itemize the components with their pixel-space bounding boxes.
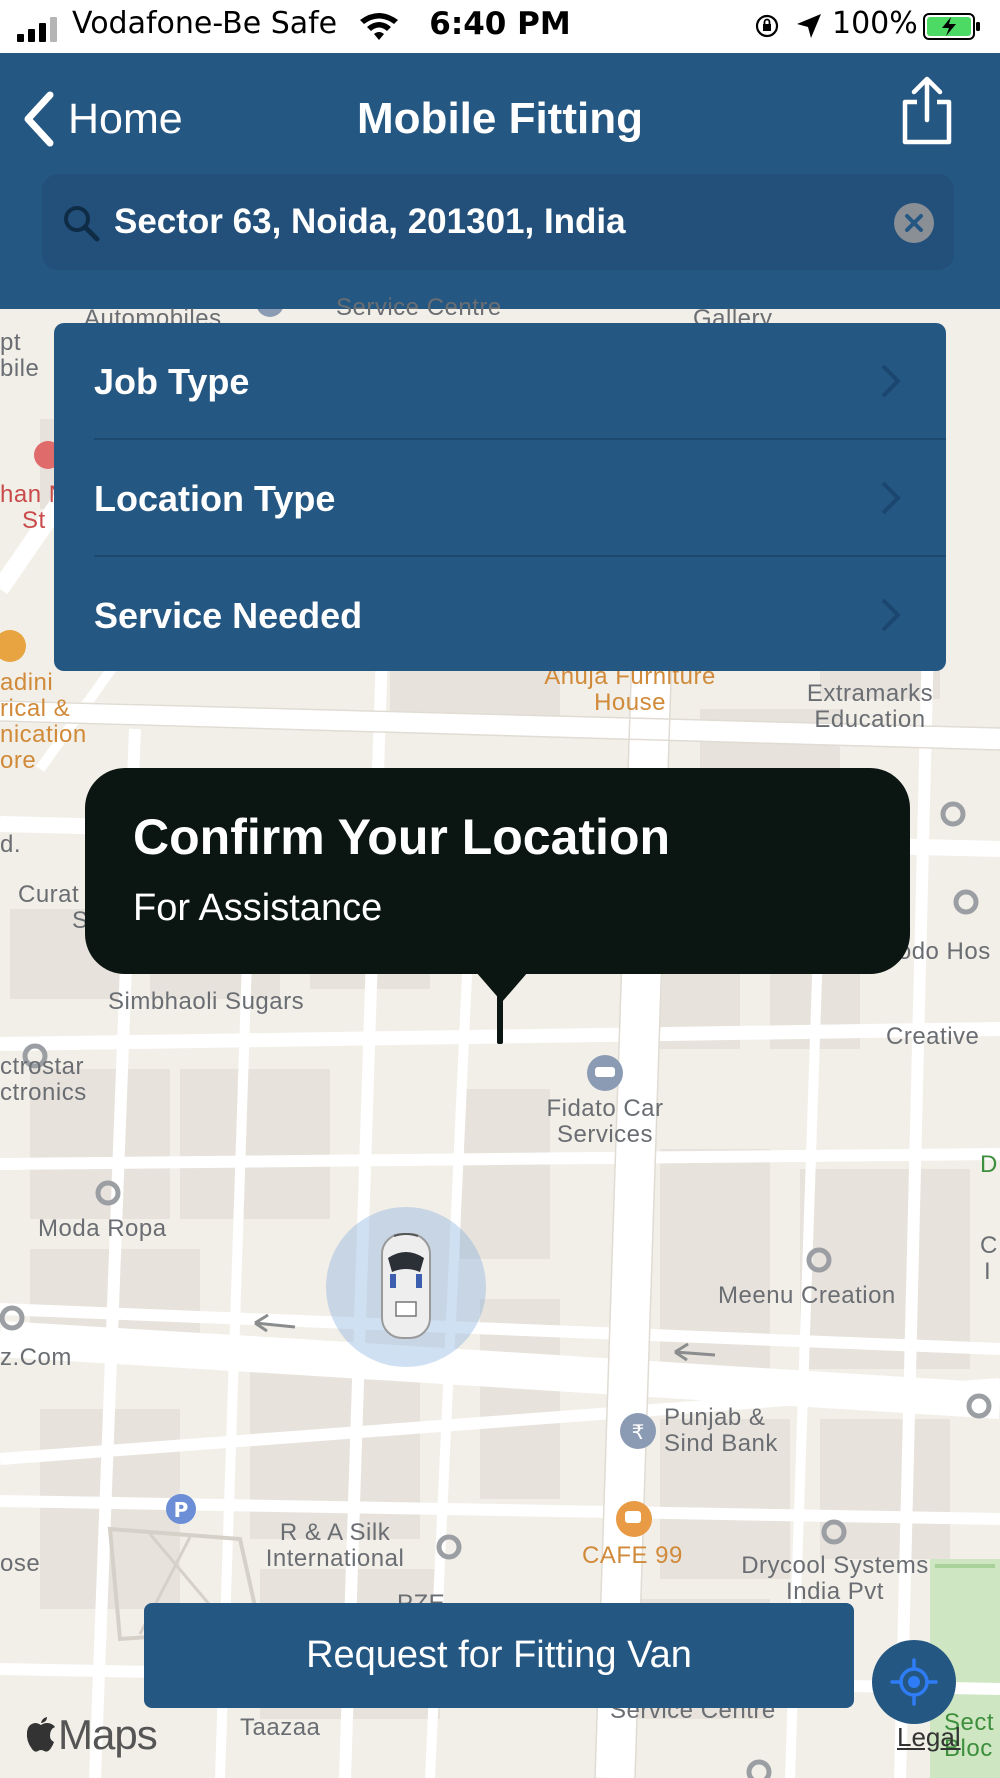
- map-label-pt: pt: [0, 329, 22, 356]
- share-icon[interactable]: [897, 76, 957, 146]
- location-pin-icon: [497, 990, 503, 1044]
- svg-text:₹: ₹: [632, 1420, 645, 1444]
- map-label-nication: nication: [0, 721, 87, 748]
- callout-title: Confirm Your Location: [133, 809, 671, 865]
- map-label-extramarks: Extramarks: [806, 680, 934, 707]
- map-label-i-right: I: [984, 1258, 992, 1285]
- clear-search-icon[interactable]: [894, 203, 934, 243]
- apple-logo-icon: [26, 1717, 55, 1752]
- map-label-d-dot: d.: [0, 831, 22, 858]
- map-label-ose: ose: [0, 1550, 41, 1577]
- page-title: Mobile Fitting: [357, 94, 643, 143]
- location-services-icon: [797, 14, 821, 38]
- map-label-taazaa: Taazaa: [240, 1714, 321, 1741]
- map-label-ctronics: ctronics: [0, 1079, 87, 1106]
- chevron-left-icon: [24, 91, 54, 147]
- request-fitting-van-button[interactable]: Request for Fitting Van: [144, 1603, 854, 1708]
- car-marker-icon: [381, 1233, 431, 1339]
- back-button[interactable]: Home: [20, 89, 183, 149]
- map-label-service-centre-top: Service Centre: [336, 294, 502, 321]
- navigation-header: Home Mobile Fitting Sector 63, Noida, 20…: [0, 53, 1000, 309]
- map-label-cafe-99: CAFE 99: [582, 1542, 683, 1569]
- map-label-education: Education: [814, 706, 926, 733]
- map-label-fidato-services: Services: [556, 1121, 654, 1148]
- map-label-d-green: D: [980, 1151, 998, 1178]
- search-bar[interactable]: Sector 63, Noida, 201301, India: [42, 174, 954, 270]
- map-label-meenu-creation: Meenu Creation: [718, 1282, 896, 1309]
- back-button-label: Home: [68, 94, 183, 143]
- map-label-international: International: [265, 1545, 405, 1572]
- map-label-sind-bank: Sind Bank: [664, 1430, 778, 1457]
- map-label-ctrostar: ctrostar: [0, 1053, 85, 1080]
- map-label-c-right: C: [980, 1232, 998, 1259]
- status-bar: Vodafone-Be Safe 6:40 PM 100%: [0, 0, 1000, 53]
- map-label-bile: bile: [0, 355, 40, 382]
- map-label-punjab: Punjab &: [664, 1404, 766, 1431]
- maps-wordmark: Maps: [58, 1711, 158, 1758]
- map-label-house: House: [594, 689, 666, 716]
- map-label-z-com: z.Com: [0, 1344, 72, 1371]
- legal-link[interactable]: Legal: [897, 1722, 961, 1753]
- battery-charging-icon: [923, 13, 980, 40]
- confirm-location-callout[interactable]: Confirm Your Location For Assistance: [85, 768, 910, 974]
- map-label-fidato-car: Fidato Car: [546, 1095, 664, 1122]
- map-label-ra-silk: R & A Silk: [279, 1519, 391, 1546]
- menu-item-label: Service Needed: [94, 595, 363, 636]
- menu-item-label: Location Type: [94, 478, 336, 519]
- map-label-ore: ore: [0, 747, 37, 774]
- chevron-right-icon: [881, 481, 901, 515]
- map-label-creative: Creative: [886, 1023, 980, 1050]
- callout-subtitle: For Assistance: [133, 887, 383, 929]
- menu-item-job-type[interactable]: Job Type: [54, 323, 946, 440]
- map-label-rical: rical &: [0, 695, 71, 722]
- menu-item-location-type[interactable]: Location Type: [54, 440, 946, 557]
- chevron-right-icon: [881, 598, 901, 632]
- chevron-right-icon: [881, 364, 901, 398]
- menu-item-label: Job Type: [94, 361, 250, 402]
- apple-maps-logo: Maps: [26, 1711, 158, 1758]
- map-label-st: St: [22, 507, 46, 534]
- map-label-curat: Curat: [18, 881, 80, 908]
- map-label-drycool-systems: Drycool Systems: [741, 1552, 929, 1579]
- map-label-india-pvt: India Pvt: [786, 1578, 884, 1605]
- map-label-simbhaoli-sugars: Simbhaoli Sugars: [108, 988, 305, 1015]
- search-input[interactable]: Sector 63, Noida, 201301, India: [114, 174, 626, 270]
- search-icon: [64, 206, 100, 242]
- map-label-adini: adini: [0, 669, 54, 696]
- map-label-moda-ropa: Moda Ropa: [38, 1215, 167, 1242]
- crosshair-icon: [890, 1658, 938, 1706]
- menu-item-service-needed[interactable]: Service Needed: [54, 557, 946, 671]
- filter-menu: Job Type Location Type Service Needed: [54, 323, 946, 671]
- battery-percent: 100%: [832, 6, 918, 41]
- rotation-lock-icon: [755, 14, 779, 38]
- current-location-button[interactable]: [872, 1640, 956, 1724]
- svg-text:P: P: [174, 1498, 189, 1522]
